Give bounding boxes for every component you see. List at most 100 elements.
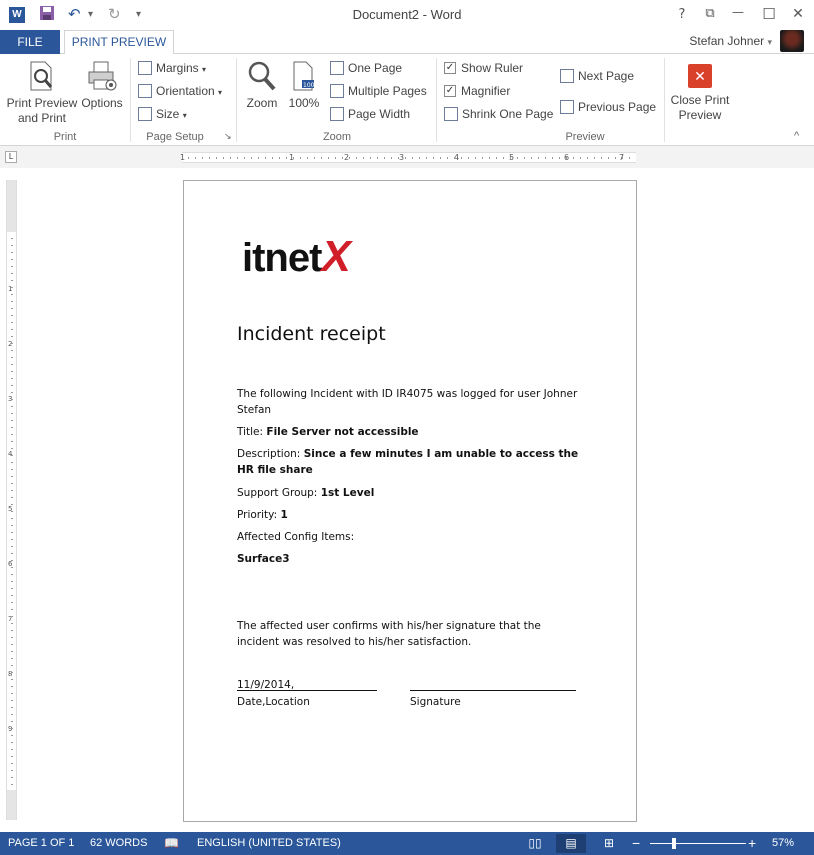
minimize-button[interactable]: — (726, 5, 750, 19)
print-layout-icon[interactable]: ▤ (556, 834, 586, 853)
page-setup-group-label: Page Setup (146, 131, 204, 143)
zoom-100-label: 100% (288, 96, 320, 110)
ruler-tick (11, 357, 13, 358)
vertical-ruler[interactable]: 123456789 (6, 180, 17, 820)
page-width-button[interactable]: Page Width (330, 104, 410, 124)
title-label: Title: (237, 426, 267, 438)
page-count[interactable]: PAGE 1 OF 1 (8, 837, 74, 849)
ruler-tick (11, 707, 13, 708)
ruler-tick (11, 686, 13, 687)
zoom-out-icon[interactable]: − (632, 835, 640, 851)
read-mode-icon[interactable]: ▯▯ (524, 834, 546, 853)
print-preview-and-print-button[interactable]: Print Preview and Print (4, 60, 80, 126)
document-page[interactable]: itnetX Incident receipt The following In… (183, 180, 637, 822)
ruler-tick (433, 157, 434, 159)
title-bar: W ↶ ▾ ↻ ▾ Document2 - Word ? ⧉ — ☐ ✕ (0, 0, 814, 30)
tab-file[interactable]: FILE (0, 30, 60, 54)
shrink-one-page-button[interactable]: Shrink One Page (444, 104, 553, 124)
ruler-tick (216, 157, 217, 159)
ruler-tick (489, 157, 490, 159)
ruler-tick (328, 157, 329, 159)
ruler-tick (594, 157, 595, 159)
close-button[interactable]: ✕ (786, 6, 810, 22)
ribbon-tabs: FILE PRINT PREVIEW Stefan Johner ▾ (0, 30, 814, 55)
zoom-slider-thumb[interactable] (672, 838, 676, 849)
proofing-icon[interactable]: 📖 (164, 836, 179, 850)
language-indicator[interactable]: ENGLISH (UNITED STATES) (197, 837, 341, 849)
ruler-tick (11, 644, 13, 645)
horizontal-ruler[interactable]: 11234567 (180, 152, 636, 163)
zoom-100-button[interactable]: 100 100% (286, 60, 322, 111)
ruler-tick (566, 157, 567, 159)
ruler-tick (475, 157, 476, 159)
zoom-icon (248, 61, 276, 91)
priority-label: Priority: (237, 509, 281, 521)
zoom-group-label: Zoom (322, 131, 352, 143)
ruler-tick (202, 157, 203, 159)
checkbox-checked-icon: ✓ (444, 61, 456, 74)
user-dropdown-icon: ▾ (767, 37, 772, 47)
ruler-tick (188, 157, 189, 159)
checkbox-checked-icon: ✓ (444, 84, 456, 97)
ruler-tick (405, 157, 406, 159)
close-print-preview-button[interactable]: ✕ Close Print Preview (668, 64, 732, 123)
multiple-pages-button[interactable]: Multiple Pages (330, 81, 427, 101)
show-ruler-checkbox[interactable]: ✓ Show Ruler (444, 58, 523, 78)
ruler-tick (11, 427, 13, 428)
zoom-slider[interactable] (650, 843, 746, 844)
one-page-icon (330, 60, 344, 75)
ruler-tick (11, 441, 13, 442)
support-group-value: 1st Level (320, 487, 375, 499)
orientation-button[interactable]: Orientation ▾ (138, 81, 222, 101)
ruler-tick (11, 259, 13, 260)
ruler-tick (11, 742, 13, 743)
ruler-tick (11, 539, 13, 540)
zoom-in-icon[interactable]: + (748, 835, 756, 851)
help-button[interactable]: ? (670, 7, 694, 22)
user-account-name[interactable]: Stefan Johner ▾ (689, 34, 772, 48)
ruler-tick (258, 157, 259, 159)
one-page-button[interactable]: One Page (330, 58, 402, 78)
ruler-tick (11, 777, 13, 778)
web-layout-icon[interactable]: ⊞ (598, 834, 620, 853)
maximize-button[interactable]: ☐ (757, 5, 781, 23)
ruler-tick (398, 157, 399, 159)
tab-selector[interactable]: L (5, 151, 17, 163)
ruler-tick (440, 157, 441, 159)
options-button[interactable]: Options (80, 60, 124, 111)
ruler-tick (559, 157, 560, 159)
ruler-tick (11, 756, 13, 757)
page-setup-launcher-icon[interactable]: ↘ (224, 131, 232, 142)
next-page-button[interactable]: Next Page (560, 66, 634, 86)
ruler-tick (335, 157, 336, 159)
collapse-ribbon-icon[interactable]: ^ (794, 130, 799, 142)
zoom-button[interactable]: Zoom (242, 60, 282, 111)
magnifier-checkbox[interactable]: ✓ Magnifier (444, 81, 510, 101)
ruler-tick (11, 749, 13, 750)
ruler-tick (482, 157, 483, 159)
ruler-tick (11, 567, 13, 568)
zoom-level[interactable]: 57% (772, 837, 794, 849)
previous-page-button[interactable]: Previous Page (560, 97, 656, 117)
ruler-number: 9 (8, 725, 13, 733)
separator (664, 58, 665, 142)
ruler-tick (587, 157, 588, 159)
ruler-tick (608, 157, 609, 159)
margins-button[interactable]: Margins ▾ (138, 58, 206, 78)
ruler-tick (11, 630, 13, 631)
ribbon: Print Preview and Print Options Print Ma… (0, 54, 814, 146)
ruler-tick (615, 157, 616, 159)
ruler-tick (11, 497, 13, 498)
ruler-tick (552, 157, 553, 159)
ribbon-display-options-button[interactable]: ⧉ (698, 6, 722, 21)
ruler-tick (11, 595, 13, 596)
size-button[interactable]: Size ▾ (138, 104, 187, 124)
tab-print-preview[interactable]: PRINT PREVIEW (64, 30, 174, 55)
ruler-tick (11, 553, 13, 554)
word-count[interactable]: 62 WORDS (90, 837, 147, 849)
avatar[interactable] (780, 30, 804, 52)
ruler-tick (237, 157, 238, 159)
ruler-tick (363, 157, 364, 159)
ruler-tick (447, 157, 448, 159)
magnifier-label: Magnifier (461, 84, 511, 98)
